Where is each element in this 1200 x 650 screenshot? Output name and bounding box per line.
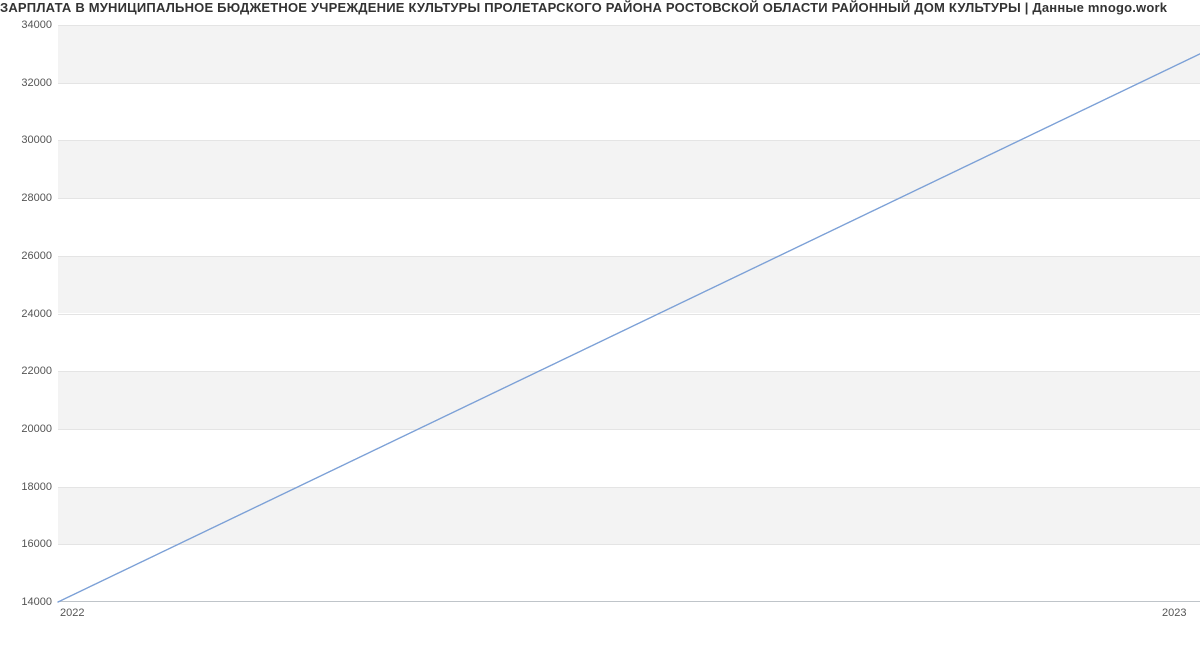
- y-tick-label: 26000: [2, 250, 52, 262]
- y-tick-label: 30000: [2, 134, 52, 146]
- y-tick-label: 24000: [2, 308, 52, 320]
- y-tick-label: 14000: [2, 596, 52, 608]
- y-tick-label: 22000: [2, 365, 52, 377]
- y-tick-label: 20000: [2, 423, 52, 435]
- y-tick-label: 18000: [2, 481, 52, 493]
- series-line: [58, 54, 1200, 602]
- chart-svg: [58, 25, 1200, 602]
- chart-container: ЗАРПЛАТА В МУНИЦИПАЛЬНОЕ БЮДЖЕТНОЕ УЧРЕЖ…: [0, 0, 1200, 650]
- plot-area: [58, 25, 1200, 602]
- y-tick-label: 32000: [2, 77, 52, 89]
- x-tick-label: 2022: [60, 607, 84, 619]
- y-tick-label: 34000: [2, 19, 52, 31]
- chart-title: ЗАРПЛАТА В МУНИЦИПАЛЬНОЕ БЮДЖЕТНОЕ УЧРЕЖ…: [0, 0, 1200, 15]
- y-tick-label: 28000: [2, 192, 52, 204]
- y-tick-label: 16000: [2, 538, 52, 550]
- x-tick-label: 2023: [1162, 607, 1186, 619]
